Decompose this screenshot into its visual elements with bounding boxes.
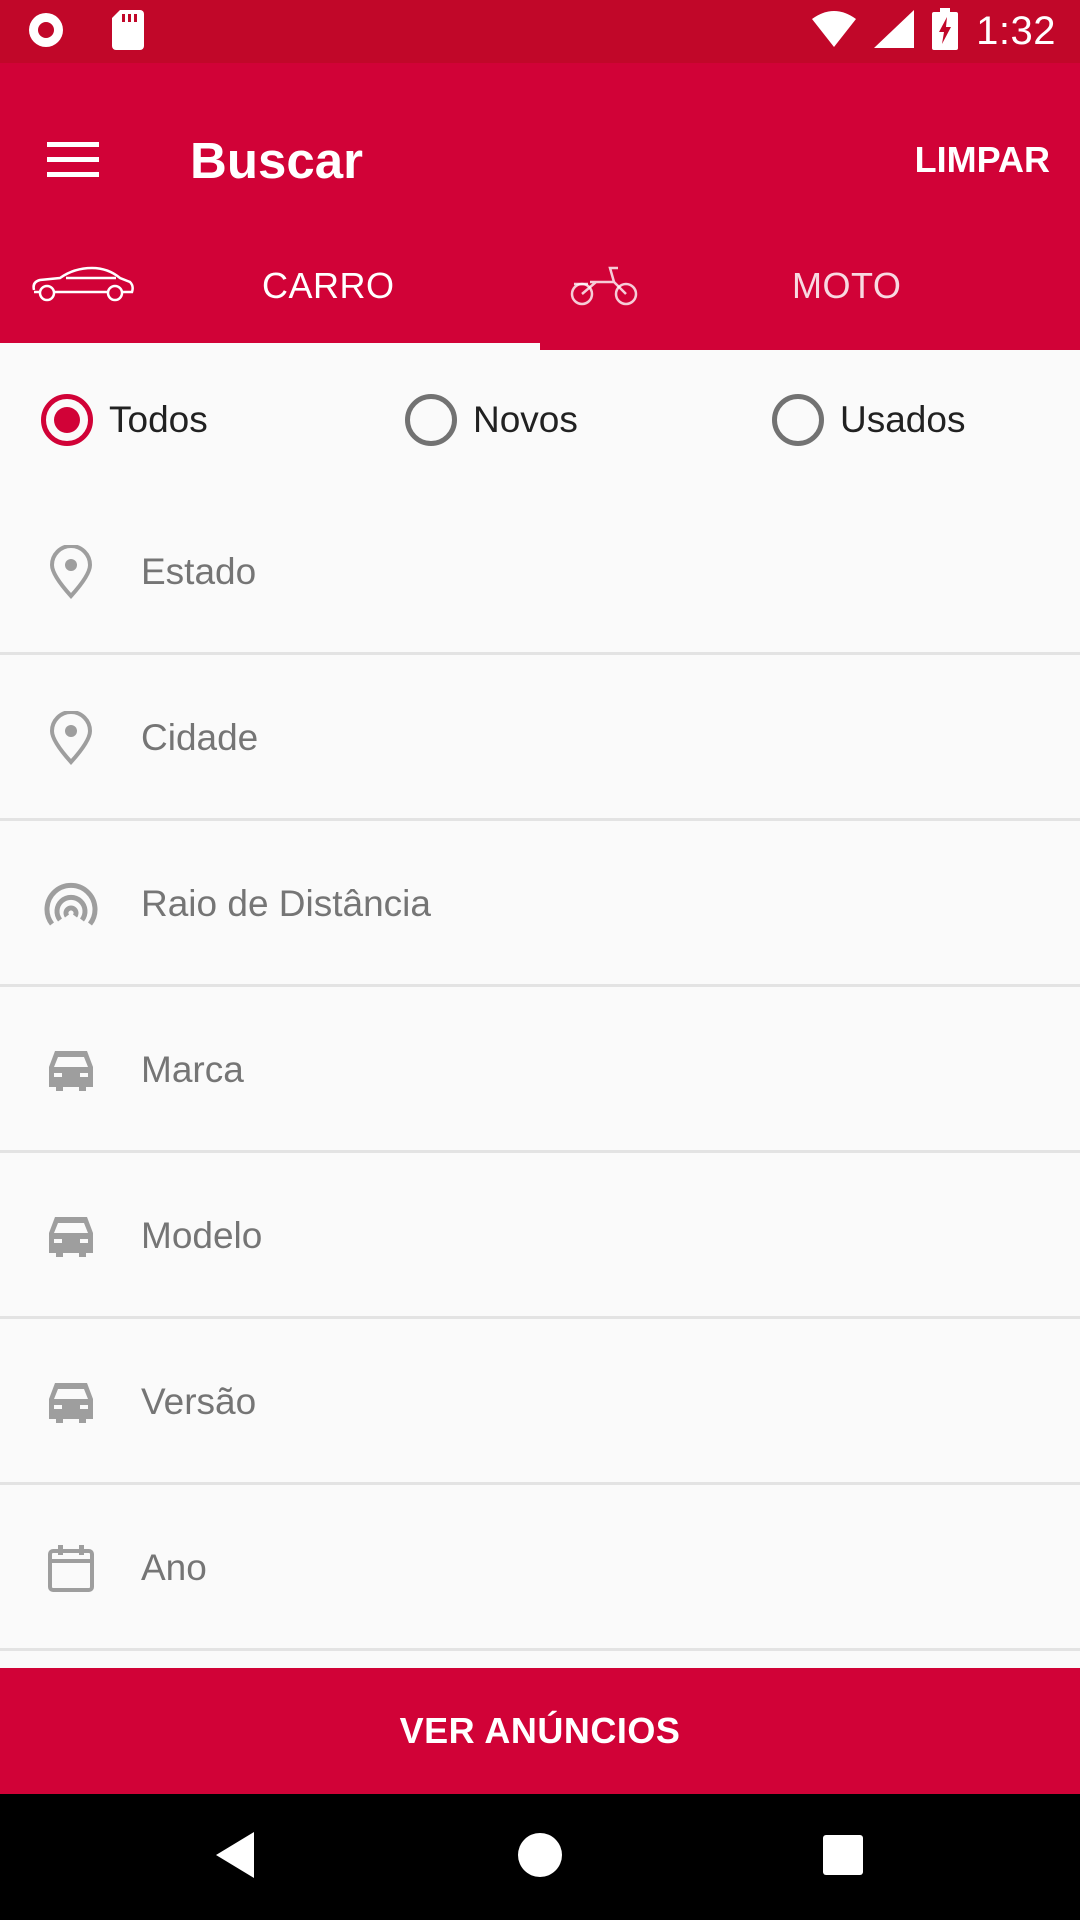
modelo-field[interactable]: Modelo <box>0 1155 1080 1319</box>
active-tab-indicator <box>0 343 540 350</box>
motorcycle-icon <box>570 260 638 311</box>
radio-todos-label: Todos <box>109 399 208 440</box>
radio-usados[interactable]: Usados <box>772 394 965 446</box>
nav-home-button[interactable] <box>507 1824 573 1890</box>
tab-moto-label: MOTO <box>792 265 902 306</box>
raio-distancia-field[interactable]: Raio de Distância <box>0 823 1080 987</box>
car-icon <box>30 264 136 309</box>
sd-card-icon <box>112 10 144 55</box>
estado-field[interactable]: Estado <box>0 491 1080 655</box>
record-icon <box>26 10 66 55</box>
tab-moto[interactable]: MOTO <box>540 222 1080 350</box>
ano-field[interactable]: Ano <box>0 1487 1080 1651</box>
menu-button[interactable] <box>26 115 120 209</box>
status-bar: 1:32 <box>0 0 1080 63</box>
cidade-field[interactable]: Cidade <box>0 657 1080 821</box>
raio-distancia-label: Raio de Distância <box>141 882 431 924</box>
location-pin-icon <box>44 544 98 599</box>
signal-icon <box>874 9 915 53</box>
estado-label: Estado <box>141 550 257 592</box>
radius-signal-icon <box>44 877 98 931</box>
marca-field[interactable]: Marca <box>0 989 1080 1153</box>
radio-novos-label: Novos <box>473 399 578 440</box>
recents-icon <box>822 1834 864 1881</box>
nav-back-button[interactable] <box>202 1824 268 1890</box>
calendar-icon <box>44 1541 98 1595</box>
vehicle-type-tabs: CARRO MOTO <box>0 222 1080 350</box>
car-front-icon <box>44 1375 98 1429</box>
cidade-label: Cidade <box>141 716 259 758</box>
radio-checked-icon <box>41 394 93 446</box>
radio-usados-label: Usados <box>840 399 966 440</box>
radio-novos[interactable]: Novos <box>405 394 578 446</box>
wifi-icon <box>812 10 857 52</box>
clear-button[interactable]: LIMPAR <box>915 125 1050 195</box>
condition-radio-group: Todos Novos Usados <box>0 350 1080 495</box>
versao-label: Versão <box>141 1380 257 1422</box>
car-front-icon <box>44 1209 98 1263</box>
ano-label: Ano <box>141 1546 207 1588</box>
status-time: 1:32 <box>976 8 1056 53</box>
tab-carro-label: CARRO <box>262 265 395 306</box>
page-title: Buscar <box>190 132 363 189</box>
marca-label: Marca <box>141 1048 244 1090</box>
app-bar: Buscar LIMPAR CARRO MOTO <box>0 63 1080 350</box>
radio-unchecked-icon <box>405 394 457 446</box>
modelo-label: Modelo <box>141 1214 263 1256</box>
ver-anuncios-button[interactable]: VER ANÚNCIOS <box>0 1668 1080 1794</box>
system-nav-bar <box>0 1794 1080 1920</box>
car-front-icon <box>44 1043 98 1097</box>
back-icon <box>210 1830 260 1885</box>
hamburger-menu-icon <box>47 141 99 183</box>
location-pin-icon <box>44 710 98 765</box>
home-icon <box>517 1832 563 1883</box>
nav-recents-button[interactable] <box>810 1824 876 1890</box>
radio-unchecked-icon <box>772 394 824 446</box>
radio-todos[interactable]: Todos <box>41 394 208 446</box>
tab-carro[interactable]: CARRO <box>0 222 540 350</box>
versao-field[interactable]: Versão <box>0 1321 1080 1485</box>
battery-charging-icon <box>932 7 959 55</box>
